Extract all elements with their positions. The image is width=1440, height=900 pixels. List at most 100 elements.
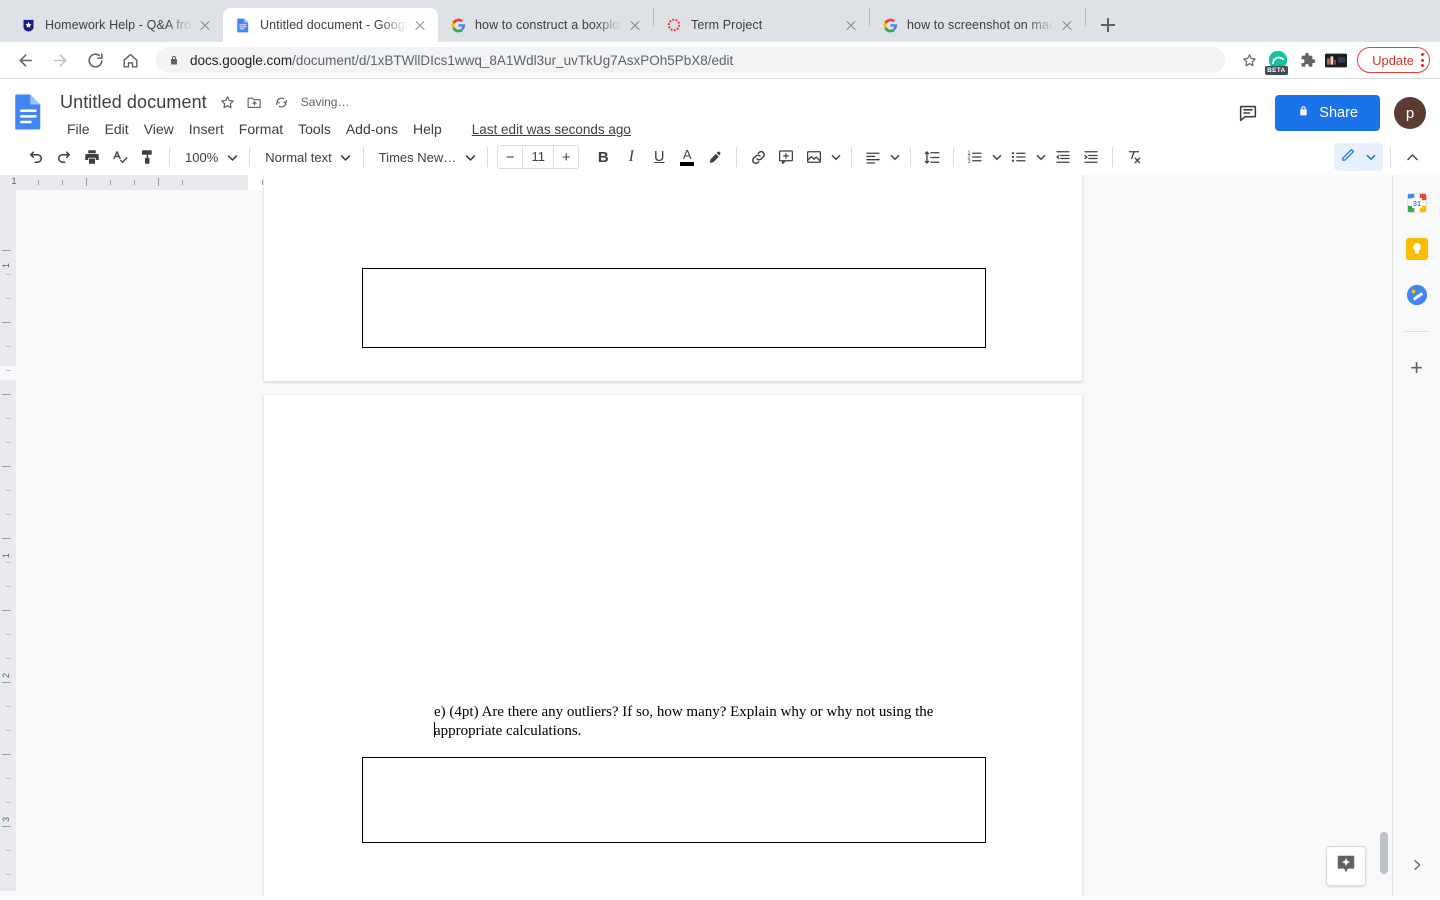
menu-format[interactable]: Format [232,119,290,139]
tab-close-icon[interactable] [627,17,643,33]
italic-button[interactable]: I [617,143,645,171]
browser-tab-2[interactable]: how to construct a boxplot fro [438,8,653,42]
print-icon[interactable] [78,143,106,171]
last-edit-label[interactable]: Last edit was seconds ago [472,122,631,137]
answer-box-previous[interactable] [362,268,986,348]
new-tab-button[interactable] [1094,11,1122,39]
font-size-decrease-button[interactable]: − [498,146,522,168]
docs-menu-bar: File Edit View Insert Format Tools Add-o… [60,117,1235,141]
url-path: /document/d/1xBTWllDIcs1wwq_8A1Wdl3ur_uv… [292,52,734,68]
align-left-icon[interactable] [859,143,887,171]
home-icon[interactable] [115,45,145,75]
align-dropdown[interactable] [887,143,903,171]
star-icon[interactable] [217,91,239,113]
explore-button[interactable] [1326,846,1366,886]
editing-mode-button[interactable] [1334,143,1383,171]
underline-button[interactable]: U [645,143,673,171]
redo-icon[interactable] [50,143,78,171]
google-tasks-icon[interactable] [1405,283,1429,307]
font-family-dropdown[interactable]: Times New… [371,144,481,170]
vruler-page1-area [0,190,16,366]
undo-icon[interactable] [22,143,50,171]
menu-tools[interactable]: Tools [291,119,338,139]
line-spacing-icon[interactable] [918,143,946,171]
forward-arrow-icon[interactable] [45,45,75,75]
tab-close-icon[interactable] [412,17,428,33]
three-dot-menu-icon[interactable] [1421,53,1424,67]
paint-format-icon[interactable] [134,143,162,171]
question-e-line-2: appropriate calculations. [434,723,582,740]
comment-history-icon[interactable] [1235,100,1261,126]
google-keep-icon[interactable] [1405,237,1429,261]
insert-image-icon[interactable] [800,143,828,171]
move-to-folder-icon[interactable] [244,91,266,113]
insert-link-icon[interactable] [744,143,772,171]
spellcheck-icon[interactable] [106,143,134,171]
add-addon-button[interactable]: + [1405,356,1429,380]
chevron-down-icon [338,149,354,165]
document-scroll-container[interactable]: e) (4pt) Are there any outliers? If so, … [16,175,1392,896]
star-icon[interactable] [1236,47,1262,73]
menu-insert[interactable]: Insert [182,119,231,139]
collapse-toolbar-icon[interactable] [1398,143,1426,171]
tab-close-icon[interactable] [1059,17,1075,33]
browser-tab-3[interactable]: Term Project [654,8,869,42]
google-docs-logo[interactable] [14,89,54,133]
decrease-indent-icon[interactable] [1049,143,1077,171]
document-page-2[interactable]: e) (4pt) Are there any outliers? If so, … [264,395,1082,896]
bold-button[interactable]: B [589,143,617,171]
vruler-number: 1 [1,552,11,558]
increase-indent-icon[interactable] [1077,143,1105,171]
highlight-pen-icon[interactable] [701,143,729,171]
paragraph-style-dropdown[interactable]: Normal text [257,144,355,170]
puzzle-piece-icon[interactable] [1294,47,1320,73]
menu-view[interactable]: View [137,119,181,139]
bulleted-list-icon[interactable] [1005,143,1033,171]
menu-edit[interactable]: Edit [98,119,136,139]
answer-box-e[interactable] [362,757,986,843]
google-calendar-icon[interactable]: 31 [1405,191,1429,215]
tab-title: how to construct a boxplot fro [475,18,622,32]
lock-icon [1297,104,1310,122]
document-page-1[interactable] [264,175,1082,381]
browser-tab-0[interactable]: Homework Help - Q&A from On [8,8,223,42]
zoom-dropdown[interactable]: 100% [177,144,242,170]
menu-file[interactable]: File [60,119,97,139]
address-bar[interactable]: docs.google.com/document/d/1xBTWllDIcs1w… [156,47,1226,73]
google-g-icon [450,17,466,33]
question-e-text[interactable]: e) (4pt) Are there any outliers? If so, … [434,703,954,741]
page-title[interactable]: Untitled document [60,92,207,113]
insert-image-dropdown[interactable] [828,143,844,171]
menu-add-ons[interactable]: Add-ons [339,119,405,139]
reload-icon[interactable] [80,45,110,75]
docs-title-area: Untitled document Saving… File Edit View… [60,89,1235,141]
vertical-scrollbar[interactable] [1380,832,1388,874]
back-arrow-icon[interactable] [10,45,40,75]
menu-help[interactable]: Help [406,119,449,139]
font-size-stepper[interactable]: − 11 + [497,145,580,169]
font-size-input[interactable]: 11 [522,146,555,168]
numbered-list-dropdown[interactable] [989,143,1005,171]
vertical-ruler[interactable]: 1 1 2 3 [0,190,16,896]
tab-close-icon[interactable] [197,17,213,33]
share-label: Share [1319,105,1358,121]
numbered-list-icon[interactable]: 123 [961,143,989,171]
toolbar-divider [736,147,738,167]
ruler-left-margin: 1 [0,175,248,190]
browser-tab-4[interactable]: how to screenshot on mac - Go [870,8,1085,42]
font-size-increase-button[interactable]: + [554,146,578,168]
toolbar-divider [1112,147,1114,167]
add-comment-icon[interactable] [772,143,800,171]
dark-extension-icon[interactable] [1323,47,1349,73]
docs-title-row: Untitled document Saving… [60,89,1235,115]
tab-close-icon[interactable] [843,17,859,33]
share-button[interactable]: Share [1275,95,1380,131]
grammarly-beta-icon[interactable]: BETA [1265,47,1291,75]
avatar[interactable]: p [1394,97,1426,129]
text-color-button[interactable]: A [673,143,701,171]
browser-tab-1[interactable]: Untitled document - Google Do [223,8,438,42]
clear-formatting-icon[interactable] [1120,143,1148,171]
bulleted-list-dropdown[interactable] [1033,143,1049,171]
update-button[interactable]: Update [1357,47,1430,73]
expand-panel-button[interactable] [1409,857,1425,878]
